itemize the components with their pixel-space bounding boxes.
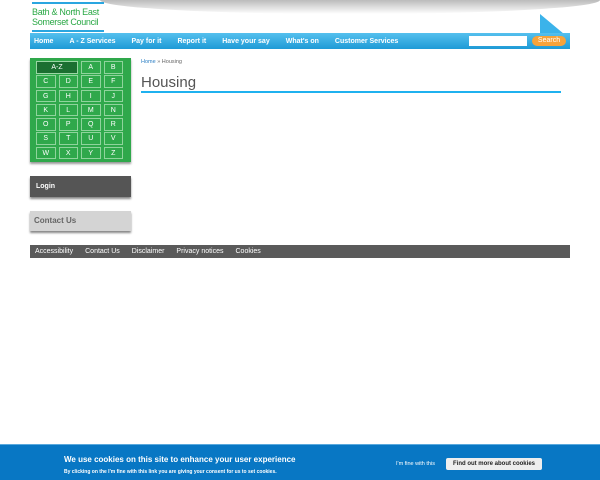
nav-report-it[interactable]: Report it [177, 38, 206, 45]
az-all-button[interactable]: A-Z [36, 61, 78, 74]
az-index: A-Z AB CDEF GHIJ KLMN OPQR STUV WXYZ [30, 58, 131, 162]
nav-az-services[interactable]: A - Z Services [69, 38, 115, 45]
search-input[interactable] [469, 36, 527, 46]
az-letter-h[interactable]: H [58, 89, 78, 103]
footer-disclaimer[interactable]: Disclaimer [132, 248, 165, 255]
az-letter-p[interactable]: P [58, 118, 78, 131]
cookie-text: By clicking on the I'm fine with this li… [64, 469, 277, 475]
login-button[interactable]: Login [30, 176, 131, 197]
main-nav: Home A - Z Services Pay for it Report it… [30, 33, 570, 49]
footer-nav: Accessibility Contact Us Disclaimer Priv… [30, 245, 570, 258]
cookie-more-button[interactable]: Find out more about cookies [446, 458, 542, 470]
corner-decoration [540, 14, 564, 34]
az-letter-l[interactable]: L [58, 103, 78, 117]
council-logo[interactable]: Bath & North East Somerset Council [32, 2, 104, 32]
az-letter-r[interactable]: R [103, 118, 123, 131]
az-letter-d[interactable]: D [58, 75, 78, 88]
contact-us-button[interactable]: Contact Us [30, 211, 131, 231]
az-letter-b[interactable]: B [103, 61, 123, 74]
nav-customer-services[interactable]: Customer Services [335, 38, 398, 45]
breadcrumb: Home » Housing [141, 59, 182, 65]
az-letter-g[interactable]: G [36, 89, 56, 103]
az-letter-w[interactable]: W [36, 146, 56, 160]
cookie-banner: We use cookies on this site to enhance y… [0, 444, 600, 480]
az-letter-y[interactable]: Y [81, 146, 101, 160]
az-letter-u[interactable]: U [81, 132, 101, 145]
logo-line-1: Bath & North East [32, 7, 99, 17]
az-letter-s[interactable]: S [36, 132, 56, 145]
logo-line-2: Somerset Council [32, 17, 99, 27]
nav-home[interactable]: Home [34, 38, 53, 45]
footer-contact-us[interactable]: Contact Us [85, 248, 120, 255]
az-letter-q[interactable]: Q [81, 118, 101, 131]
nav-have-your-say[interactable]: Have your say [222, 38, 269, 45]
az-letter-t[interactable]: T [58, 132, 78, 145]
nav-whats-on[interactable]: What's on [286, 38, 319, 45]
az-letter-a[interactable]: A [81, 61, 101, 74]
az-letter-m[interactable]: M [81, 103, 101, 117]
az-letter-i[interactable]: I [81, 89, 101, 103]
az-letter-e[interactable]: E [81, 75, 101, 88]
az-letter-z[interactable]: Z [103, 146, 123, 160]
breadcrumb-current: Housing [161, 59, 182, 65]
nav-pay-for-it[interactable]: Pay for it [132, 38, 162, 45]
az-letter-n[interactable]: N [103, 103, 123, 117]
cookie-accept-link[interactable]: I'm fine with this [396, 461, 435, 467]
footer-privacy-notices[interactable]: Privacy notices [176, 248, 223, 255]
az-letter-o[interactable]: O [36, 118, 56, 131]
az-letter-v[interactable]: V [103, 132, 123, 145]
az-letter-x[interactable]: X [58, 146, 78, 160]
cookie-title: We use cookies on this site to enhance y… [64, 455, 296, 464]
az-letter-j[interactable]: J [103, 89, 123, 103]
az-letter-c[interactable]: C [36, 75, 56, 88]
az-letter-f[interactable]: F [103, 75, 123, 88]
az-letter-k[interactable]: K [36, 103, 56, 117]
footer-accessibility[interactable]: Accessibility [35, 248, 73, 255]
page-title: Housing [141, 74, 561, 93]
search-button[interactable]: Search [532, 36, 566, 46]
header-shadow [100, 0, 600, 14]
breadcrumb-home[interactable]: Home [141, 59, 156, 65]
footer-cookies[interactable]: Cookies [236, 248, 261, 255]
